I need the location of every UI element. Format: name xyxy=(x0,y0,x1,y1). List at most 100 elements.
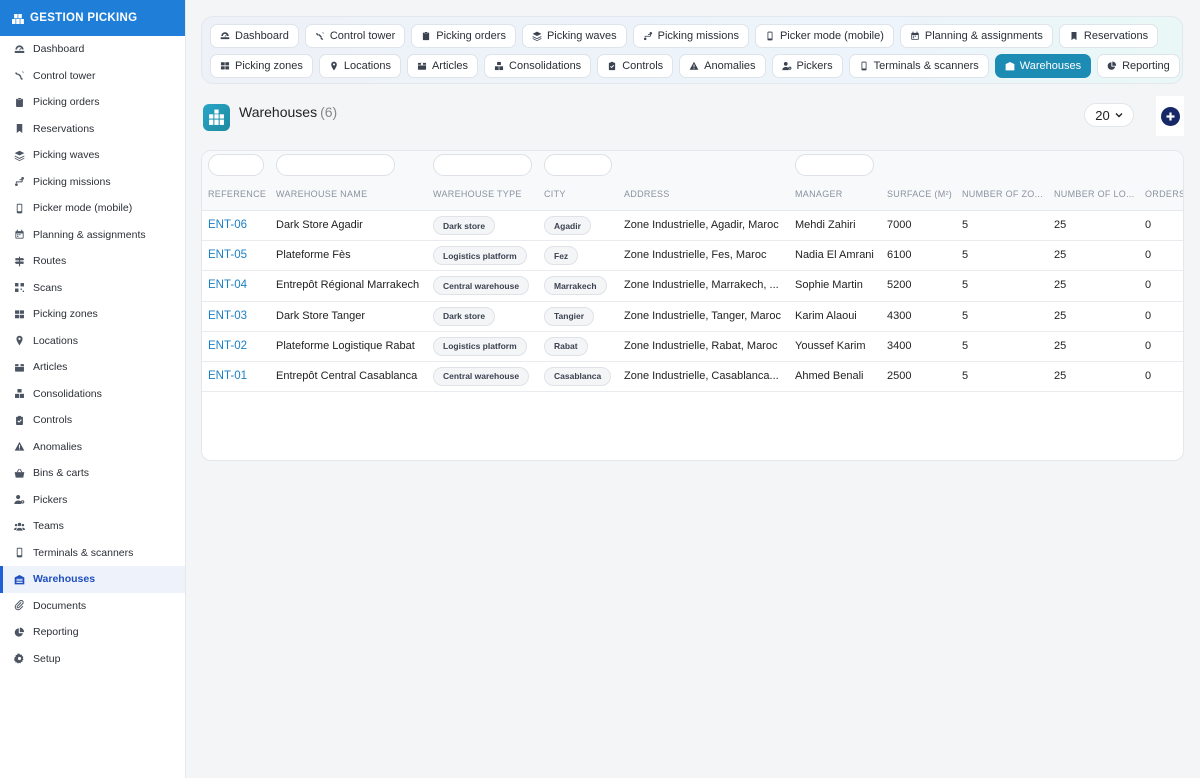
table-row[interactable]: ENT-06 Dark Store Agadir Dark store Agadir Z… xyxy=(202,211,1183,242)
sidebar-item-scans[interactable]: Scans xyxy=(0,275,185,302)
sidebar-item-picking-waves[interactable]: Picking waves xyxy=(0,142,185,169)
table-row[interactable]: ENT-01 Entrepôt Central Casablanca Central… xyxy=(202,362,1183,393)
bookmark-icon xyxy=(1071,31,1077,41)
tab-controls[interactable]: Controls xyxy=(597,54,674,78)
sidebar-item-label: Reservations xyxy=(33,122,95,135)
sidebar-item-consolidations[interactable]: Consolidations xyxy=(0,381,185,408)
filter-reference-input[interactable] xyxy=(208,154,264,176)
table-row[interactable]: ENT-04 Entrepôt Régional Marrakech Central… xyxy=(202,271,1183,302)
sidebar-item-control-tower[interactable]: Control tower xyxy=(0,63,185,90)
cell-manager: Sophie Martin xyxy=(795,279,863,292)
calendar-icon-wrap xyxy=(14,229,25,240)
tab-picking-waves[interactable]: Picking waves xyxy=(521,24,627,48)
tab-terminals-scanners[interactable]: Terminals & scanners xyxy=(848,54,989,78)
tab-picking-orders[interactable]: Picking orders xyxy=(411,24,516,48)
tab-locations[interactable]: Locations xyxy=(318,54,401,78)
table-row[interactable]: ENT-03 Dark Store Tanger Dark store Tangier… xyxy=(202,302,1183,332)
sidebar-item-warehouses[interactable]: Warehouses xyxy=(0,566,185,593)
sidebar-item-label: Articles xyxy=(33,361,68,374)
tab-articles[interactable]: Articles xyxy=(406,54,479,78)
sidebar-item-setup[interactable]: Setup xyxy=(0,646,185,673)
column-header-orders[interactable]: Orders xyxy=(1145,189,1183,199)
column-header-number-of-zo[interactable]: Number of zo... xyxy=(962,189,1048,199)
reference-link[interactable]: ENT-03 xyxy=(208,310,272,322)
city-badge: Agadir xyxy=(544,216,591,235)
tab-control-tower[interactable]: Control tower xyxy=(304,24,406,48)
filter-city-input[interactable] xyxy=(544,154,612,176)
sidebar-item-routes[interactable]: Routes xyxy=(0,248,185,275)
add-warehouse-button[interactable] xyxy=(1156,96,1184,136)
reference-link[interactable]: ENT-05 xyxy=(208,249,272,261)
satellite-icon xyxy=(315,32,324,41)
reference-link[interactable]: ENT-01 xyxy=(208,370,272,382)
sidebar-item-picking-missions[interactable]: Picking missions xyxy=(0,169,185,196)
cell-orders: 0 xyxy=(1145,279,1152,292)
column-header-warehouse-type[interactable]: Warehouse type xyxy=(433,189,538,199)
tab-picker-mode-mobile[interactable]: Picker mode (mobile) xyxy=(754,24,894,48)
clipboard-icon xyxy=(16,97,23,107)
column-header-address[interactable]: Address xyxy=(624,189,789,199)
table-header: Reference Warehouse name Warehouse type Cit… xyxy=(202,179,1183,211)
sidebar-item-articles[interactable]: Articles xyxy=(0,354,185,381)
sidebar-item-dashboard[interactable]: Dashboard xyxy=(0,36,185,63)
tab-picking-missions[interactable]: Picking missions xyxy=(632,24,749,48)
reference-link[interactable]: ENT-02 xyxy=(208,340,272,352)
tab-picking-zones[interactable]: Picking zones xyxy=(210,54,313,78)
filter-name-input[interactable] xyxy=(276,154,395,176)
table-row[interactable]: ENT-02 Plateforme Logistique Rabat Logisti… xyxy=(202,332,1183,362)
cell-name: Dark Store Agadir xyxy=(276,219,363,231)
pie-chart-icon xyxy=(1107,61,1117,70)
reference-link[interactable]: ENT-04 xyxy=(208,279,272,291)
sidebar-item-pickers[interactable]: Pickers xyxy=(0,487,185,514)
sidebar-item-label: Planning & assignments xyxy=(33,228,146,241)
tab-pickers[interactable]: Pickers xyxy=(771,54,843,78)
sidebar-item-picking-orders[interactable]: Picking orders xyxy=(0,89,185,116)
sidebar-item-reporting[interactable]: Reporting xyxy=(0,619,185,646)
tab-label: Pickers xyxy=(796,60,833,72)
layers-icon xyxy=(532,31,542,41)
tab-consolidations[interactable]: Consolidations xyxy=(484,54,592,78)
sidebar-item-terminals-scanners[interactable]: Terminals & scanners xyxy=(0,540,185,567)
chevron-down-icon xyxy=(1115,113,1123,118)
tab-warehouses[interactable]: Warehouses xyxy=(994,54,1092,78)
sidebar-item-locations[interactable]: Locations xyxy=(0,328,185,355)
column-header-manager[interactable]: Manager xyxy=(795,189,885,199)
users-icon xyxy=(14,522,25,531)
sidebar-item-documents[interactable]: Documents xyxy=(0,593,185,620)
reference-link[interactable]: ENT-06 xyxy=(208,219,272,231)
sidebar-item-teams[interactable]: Teams xyxy=(0,513,185,540)
mobile-icon xyxy=(16,547,23,558)
sidebar-item-planning-assignments[interactable]: Planning & assignments xyxy=(0,222,185,249)
user-gear-icon xyxy=(14,495,25,505)
sidebar-item-reservations[interactable]: Reservations xyxy=(0,116,185,143)
sidebar-item-picker-mode-mobile[interactable]: Picker mode (mobile) xyxy=(0,195,185,222)
tab-anomalies[interactable]: Anomalies xyxy=(679,54,766,78)
warehouse-type-badge: Logistics platform xyxy=(433,336,527,356)
column-header-warehouse-name[interactable]: Warehouse name xyxy=(276,189,426,199)
sidebar-item-bins-carts[interactable]: Bins & carts xyxy=(0,460,185,487)
sidebar-item-anomalies[interactable]: Anomalies xyxy=(0,434,185,461)
cell-address: Zone Industrielle, Rabat, Maroc xyxy=(624,339,778,352)
boxes-icon xyxy=(15,389,24,399)
tab-label: Control tower xyxy=(329,30,396,42)
brand-header[interactable]: GESTION PICKING xyxy=(0,0,185,36)
cell-zones: 5 xyxy=(962,309,969,322)
table-row[interactable]: ENT-05 Plateforme Fès Logistics platform Fe… xyxy=(202,241,1183,272)
tab-planning-assignments[interactable]: Planning & assignments xyxy=(899,24,1053,48)
column-header-city[interactable]: City xyxy=(544,189,619,199)
column-header-surface-m[interactable]: Surface (m²) xyxy=(887,189,957,199)
tab-reporting[interactable]: Reporting xyxy=(1097,54,1180,78)
tab-label: Terminals & scanners xyxy=(873,60,979,72)
grid-icon-wrap xyxy=(14,309,25,320)
cell-locations: 25 xyxy=(1054,249,1067,262)
tab-reservations[interactable]: Reservations xyxy=(1058,24,1159,48)
filter-type-input[interactable] xyxy=(433,154,532,176)
filter-manager-input[interactable] xyxy=(795,154,874,176)
warehouse-icon xyxy=(203,104,230,131)
page-size-select[interactable]: 20 xyxy=(1084,103,1134,127)
sidebar-item-controls[interactable]: Controls xyxy=(0,407,185,434)
sidebar-item-picking-zones[interactable]: Picking zones xyxy=(0,301,185,328)
column-header-reference[interactable]: Reference xyxy=(208,189,272,199)
column-header-number-of-lo[interactable]: Number of lo... xyxy=(1054,189,1140,199)
tab-dashboard[interactable]: Dashboard xyxy=(210,24,299,48)
